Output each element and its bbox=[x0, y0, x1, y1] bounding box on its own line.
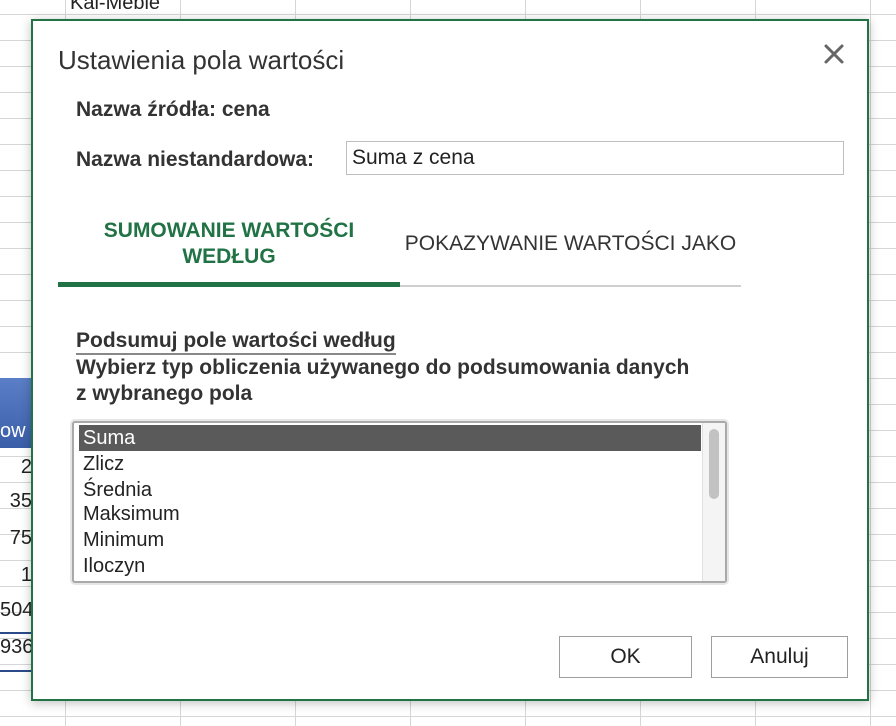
section-description: Wybierz typ obliczenia używanego do pods… bbox=[76, 356, 690, 405]
tab-show-values-as-label: POKAZYWANIE WARTOŚCI JAKO bbox=[404, 232, 737, 255]
active-tab-indicator bbox=[58, 282, 400, 287]
sheet-value-cell: 75 bbox=[9, 527, 32, 549]
list-item-min[interactable]: Minimum bbox=[79, 527, 701, 553]
custom-name-input[interactable] bbox=[346, 141, 844, 175]
list-item-average[interactable]: Średnia bbox=[79, 477, 701, 503]
custom-name-label: Nazwa niestandardowa: bbox=[76, 148, 315, 171]
sheet-value-cell: 2 bbox=[20, 456, 32, 478]
sheet-cell-text: Kal-Meble bbox=[70, 0, 161, 14]
value-field-settings-dialog: Ustawienia pola wartości Nazwa źródła: c… bbox=[31, 19, 869, 701]
function-listbox[interactable]: Suma Zlicz Średnia Maksimum Minimum Iloc… bbox=[72, 421, 727, 583]
listbox-scrollbar[interactable] bbox=[702, 423, 725, 581]
close-icon bbox=[824, 44, 844, 64]
tab-summarize-by-label: SUMOWANIE WARTOŚCI WEDŁUG bbox=[103, 219, 355, 268]
dialog-title: Ustawienia pola wartości bbox=[58, 45, 345, 75]
sheet-total-cell: 936 bbox=[0, 636, 34, 658]
sheet-value-cell: 1 bbox=[20, 564, 32, 586]
sheet-value-cell: 35 bbox=[9, 490, 32, 512]
list-item-count[interactable]: Zlicz bbox=[79, 451, 701, 477]
close-button[interactable] bbox=[821, 41, 847, 67]
tab-show-values-as[interactable]: POKAZYWANIE WARTOŚCI JAKO bbox=[400, 201, 741, 287]
list-item-max[interactable]: Maksimum bbox=[79, 501, 701, 527]
list-item-product[interactable]: Iloczyn bbox=[79, 553, 701, 579]
list-item-sum[interactable]: Suma bbox=[79, 425, 701, 451]
table-header-text: ow bbox=[0, 420, 26, 442]
source-name-label: Nazwa źródła: cena bbox=[76, 98, 270, 121]
sheet-value-cell: 504 bbox=[0, 599, 34, 621]
cancel-button[interactable]: Anuluj bbox=[711, 636, 848, 678]
tab-bar: SUMOWANIE WARTOŚCI WEDŁUG POKAZYWANIE WA… bbox=[58, 201, 741, 287]
scrollbar-thumb[interactable] bbox=[709, 429, 719, 499]
tab-summarize-by[interactable]: SUMOWANIE WARTOŚCI WEDŁUG bbox=[58, 201, 400, 287]
ok-button[interactable]: OK bbox=[559, 636, 692, 678]
section-heading: Podsumuj pole wartości według bbox=[76, 329, 396, 355]
table-header-cell: ow bbox=[0, 378, 32, 448]
